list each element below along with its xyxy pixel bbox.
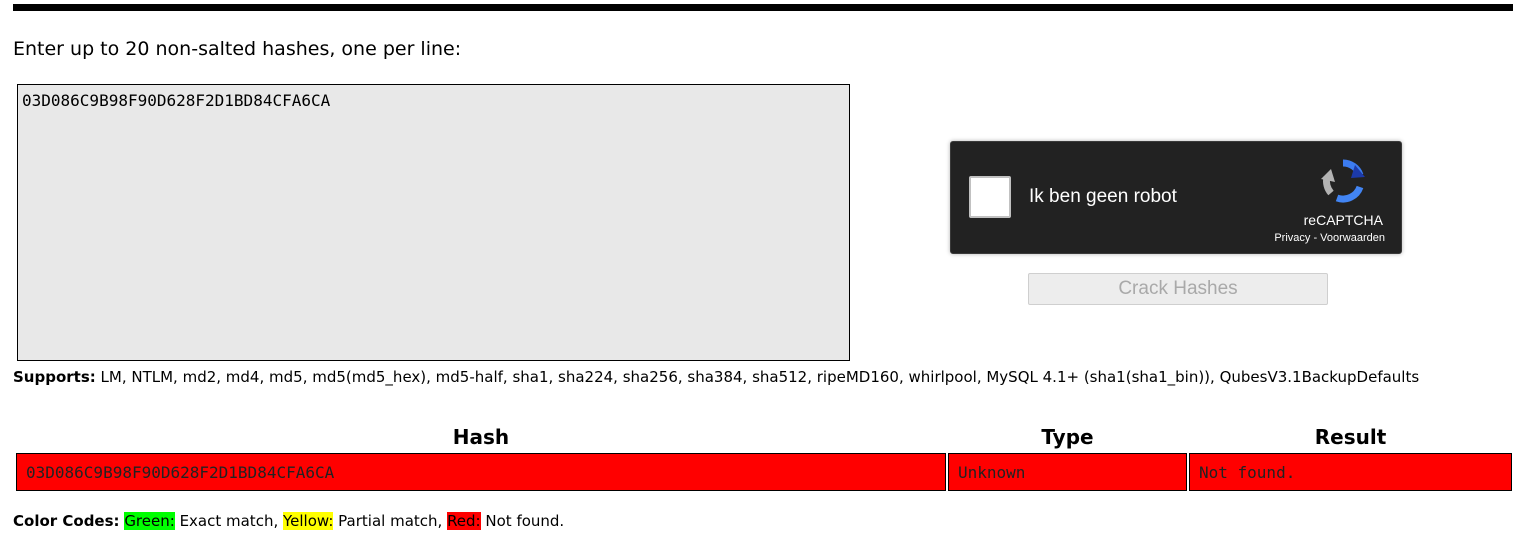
crack-hashes-button[interactable]: Crack Hashes bbox=[1028, 273, 1328, 305]
color-codes-heading: Color Codes: bbox=[13, 512, 120, 530]
recaptcha-terms-link[interactable]: Voorwaarden bbox=[1320, 232, 1385, 244]
supports-heading: Supports: bbox=[13, 368, 96, 386]
supports-list: LM, NTLM, md2, md4, md5, md5(md5_hex), m… bbox=[95, 368, 1420, 386]
results-header-row: Hash Type Result bbox=[16, 423, 1512, 451]
hash-input-prompt: Enter up to 20 non-salted hashes, one pe… bbox=[13, 38, 462, 60]
hash-input[interactable]: 03D086C9B98F90D628F2D1BD84CFA6CA bbox=[17, 84, 850, 361]
result-hash-cell: 03D086C9B98F90D628F2D1BD84CFA6CA bbox=[16, 453, 946, 491]
color-codes-legend: Color Codes: Green: Exact match, Yellow:… bbox=[13, 512, 564, 530]
recaptcha-privacy-link[interactable]: Privacy bbox=[1274, 232, 1310, 244]
recaptcha-widget: Ik ben geen robot reCAPTCHA Privacy - Vo… bbox=[950, 141, 1402, 254]
recaptcha-brand: reCAPTCHA bbox=[1303, 212, 1383, 228]
results-table: Hash Type Result 03D086C9B98F90D628F2D1B… bbox=[14, 421, 1514, 493]
green-code-text: Exact match, bbox=[174, 512, 283, 530]
yellow-code-text: Partial match, bbox=[333, 512, 448, 530]
result-status-cell: Not found. bbox=[1189, 453, 1512, 491]
red-code-text: Not found. bbox=[480, 512, 565, 530]
red-code-label: Red: bbox=[447, 512, 481, 530]
result-type-cell: Unknown bbox=[948, 453, 1187, 491]
header-type: Type bbox=[1041, 425, 1094, 449]
header-result: Result bbox=[1314, 425, 1387, 449]
recaptcha-label: Ik ben geen robot bbox=[1029, 186, 1177, 207]
top-border bbox=[13, 4, 1513, 11]
result-row: 03D086C9B98F90D628F2D1BD84CFA6CA Unknown… bbox=[16, 453, 1512, 491]
recaptcha-link-separator: - bbox=[1310, 232, 1321, 244]
recaptcha-logo-icon bbox=[1321, 159, 1365, 203]
supported-algorithms: Supports: LM, NTLM, md2, md4, md5, md5(m… bbox=[13, 368, 1513, 387]
green-code-label: Green: bbox=[124, 512, 175, 530]
recaptcha-checkbox[interactable] bbox=[969, 176, 1011, 218]
recaptcha-links: Privacy - Voorwaarden bbox=[1274, 232, 1385, 244]
header-hash: Hash bbox=[452, 425, 510, 449]
yellow-code-label: Yellow: bbox=[282, 512, 334, 530]
